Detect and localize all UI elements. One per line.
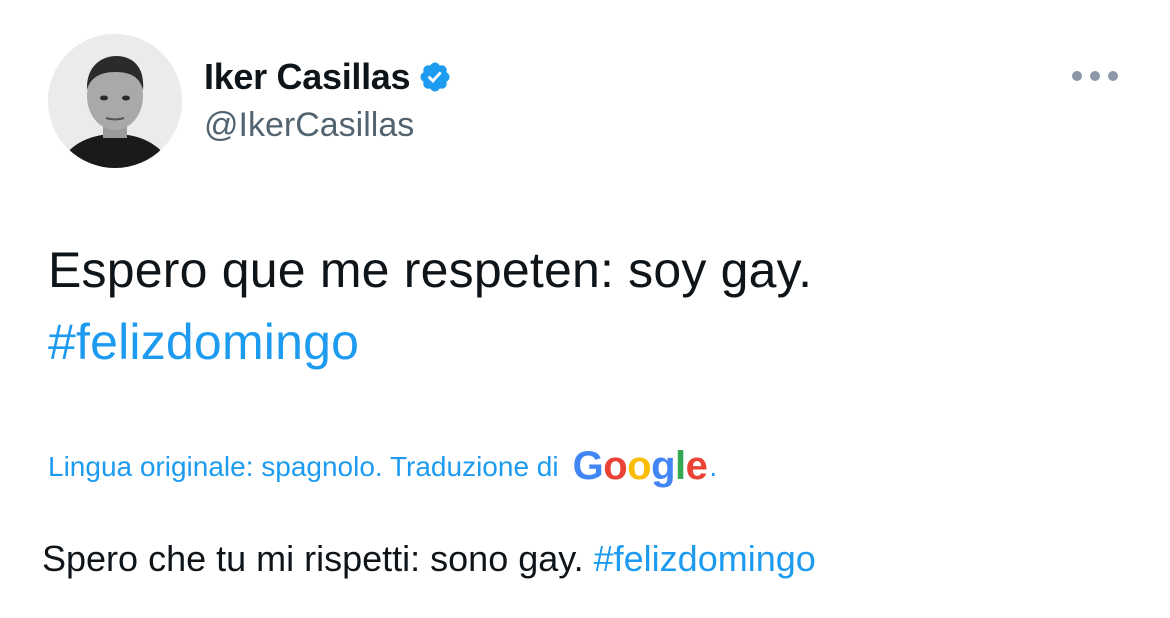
tweet-text: Espero que me respeten: soy gay. #felizd… bbox=[48, 234, 812, 378]
name-row: Iker Casillas bbox=[204, 52, 452, 102]
translation-attribution[interactable]: Lingua originale: spagnolo. Traduzione d… bbox=[48, 444, 717, 489]
translated-text: Spero che tu mi rispetti: sono gay. #fel… bbox=[42, 538, 816, 580]
avatar[interactable] bbox=[48, 34, 182, 168]
hashtag-link[interactable]: #felizdomingo bbox=[48, 306, 812, 378]
tweet-card: Iker Casillas @IkerCasillas Espero que m… bbox=[0, 0, 1170, 618]
translated-hashtag-link[interactable]: #felizdomingo bbox=[594, 538, 816, 579]
verified-badge-icon bbox=[418, 60, 452, 94]
more-options-icon[interactable] bbox=[1072, 66, 1118, 86]
ellipsis-dot bbox=[1090, 71, 1100, 81]
display-name[interactable]: Iker Casillas bbox=[204, 56, 411, 98]
avatar-image bbox=[48, 34, 182, 168]
handle[interactable]: @IkerCasillas bbox=[204, 106, 452, 145]
tweet-text-line: Espero que me respeten: soy gay. bbox=[48, 242, 813, 298]
translation-label: Lingua originale: spagnolo. Traduzione d… bbox=[48, 450, 559, 482]
google-logo-icon: Google bbox=[572, 444, 708, 488]
ellipsis-dot bbox=[1072, 71, 1082, 81]
ellipsis-dot bbox=[1108, 71, 1118, 81]
translation-suffix: . bbox=[709, 450, 718, 482]
translated-text-line: Spero che tu mi rispetti: sono gay. bbox=[42, 538, 584, 579]
author-block: Iker Casillas @IkerCasillas bbox=[204, 52, 452, 145]
